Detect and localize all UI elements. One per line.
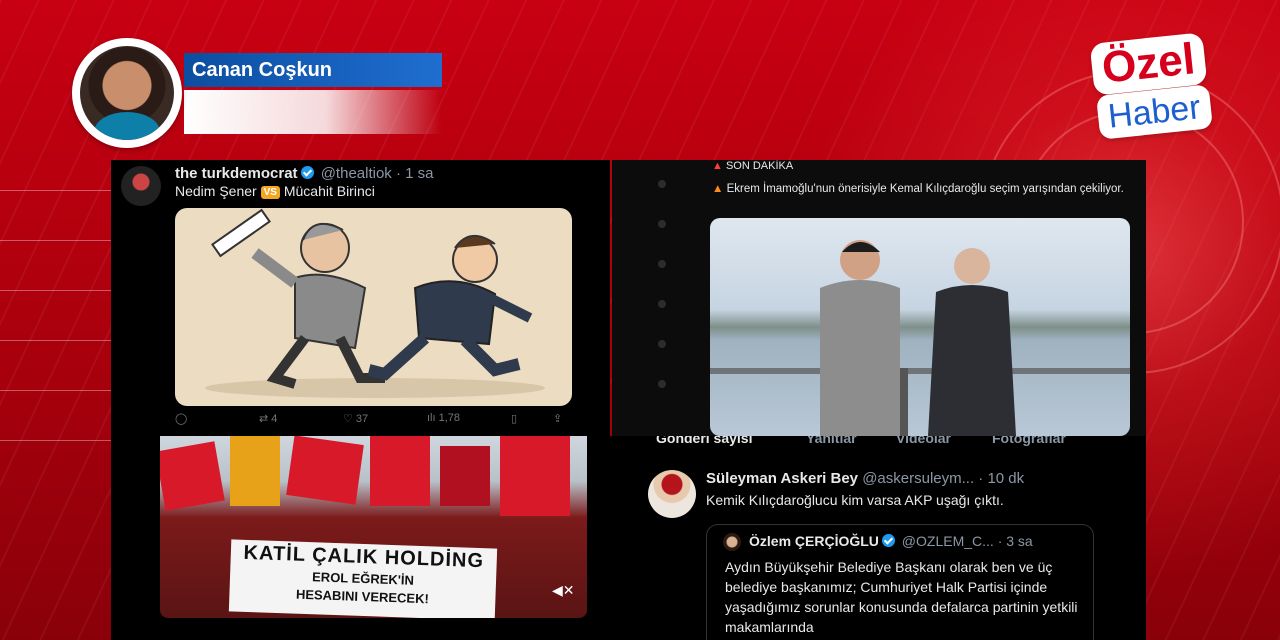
like-count: 37 <box>355 413 369 425</box>
protest-video[interactable]: KATİL ÇALIK HOLDİNG EROL EĞREK'İN HESABI… <box>111 436 606 640</box>
tweet-avatar[interactable] <box>648 470 696 518</box>
author-avatar <box>72 38 182 148</box>
fire-icon: ▲ <box>712 183 724 195</box>
protest-banner: KATİL ÇALIK HOLDİNG EROL EĞREK'İN HESABI… <box>228 539 498 618</box>
flag <box>160 441 225 511</box>
background-line <box>0 290 112 291</box>
quoted-tweet[interactable]: Özlem ÇERÇİOĞLU @OZLEM_C... · 3 sa Aydın… <box>706 524 1094 640</box>
flag <box>500 436 570 516</box>
photo-drawing <box>710 240 1130 436</box>
tweet-text: ▲ Ekrem İmamoğlu'nun önerisiyle Kemal Kı… <box>712 182 1132 197</box>
mute-icon[interactable]: ◀✕ <box>552 582 575 602</box>
sidebar-dot <box>658 180 666 188</box>
tweet-text: Kemik Kılıçdaroğlucu kim varsa AKP uşağı… <box>706 492 1004 508</box>
siren-icon: ▲ <box>712 160 723 172</box>
tweet-author-name[interactable]: the turkdemocrat <box>175 165 298 182</box>
profile-tabs: Gönderi sayısı Yanıtlar Videolar Fotoğra… <box>606 436 1146 448</box>
views-icon[interactable]: ılı 1,78 <box>427 412 460 424</box>
flag <box>440 446 490 506</box>
quote-handle: @OZLEM_C... <box>901 533 994 549</box>
verified-icon <box>881 534 895 547</box>
tweet-handle[interactable]: @thealtiok <box>321 165 392 182</box>
background-line <box>0 390 112 391</box>
cartoon-drawing <box>205 208 545 398</box>
background-line <box>0 190 112 191</box>
retweet-count: 4 <box>271 413 278 425</box>
flag <box>370 436 430 506</box>
breaking-text: SON DAKİKA <box>725 160 794 172</box>
tweet-text-b: Mücahit Birinci <box>283 183 375 199</box>
quote-author-name: Özlem ÇERÇİOĞLU <box>749 533 879 549</box>
author-photo <box>80 46 174 140</box>
tweet-time: · 1 sa <box>395 165 434 182</box>
tweet-text: Nedim Şener VS Mücahit Birinci <box>175 183 375 199</box>
sidebar-dot <box>658 300 666 308</box>
tweet-text-a: Nedim Şener <box>175 183 257 199</box>
name-tag-underlay <box>184 90 442 134</box>
tweet-author-name[interactable]: Süleyman Askeri Bey <box>706 470 858 487</box>
verified-icon <box>300 166 314 179</box>
sidebar-dot <box>658 380 666 388</box>
tweet-photo[interactable] <box>710 218 1130 436</box>
quote-avatar <box>723 533 741 551</box>
tab-photos[interactable]: Fotoğraflar <box>992 436 1066 446</box>
background-line <box>0 340 112 341</box>
share-icon[interactable]: ⇪ <box>553 412 562 425</box>
view-count: 1,78 <box>438 412 461 424</box>
tweet-handle[interactable]: @askersuleym... <box>862 470 974 487</box>
bookmark-icon[interactable]: ▯ <box>511 412 517 425</box>
vs-badge: VS <box>260 186 280 199</box>
tweet-suleyman: Gönderi sayısı Yanıtlar Videolar Fotoğra… <box>606 436 1146 640</box>
quote-time: · 3 sa <box>997 533 1033 549</box>
tweet-header: Süleyman Askeri Bey @askersuleym... · 10… <box>706 470 1024 487</box>
flag <box>286 436 364 505</box>
tweet-header: the turkdemocrat @thealtiok · 1 sa <box>175 165 434 182</box>
tweet-turkdemocrat: the turkdemocrat @thealtiok · 1 sa Nedim… <box>111 160 610 436</box>
author-name: Canan Coşkun <box>184 53 442 87</box>
tab-videos[interactable]: Videolar <box>896 436 951 446</box>
background-line <box>0 440 112 441</box>
protest-photo: KATİL ÇALIK HOLDİNG EROL EĞREK'İN HESABI… <box>160 436 587 618</box>
breaking-label: ▲ SON DAKİKA <box>712 160 793 172</box>
reply-icon[interactable]: ◯ <box>175 412 187 425</box>
tweet-time: · 10 dk <box>978 470 1025 487</box>
tweet-breaking-news: ▲ SON DAKİKA ▲ Ekrem İmamoğlu'nun öneris… <box>612 160 1146 436</box>
quote-header: Özlem ÇERÇİOĞLU @OZLEM_C... · 3 sa <box>749 533 1033 549</box>
sidebar-dot <box>658 260 666 268</box>
like-icon[interactable]: ♡ 37 <box>343 412 368 425</box>
tab-replies[interactable]: Yanıtlar <box>806 436 857 446</box>
tab-posts[interactable]: Gönderi sayısı <box>656 436 752 446</box>
sidebar-dot <box>658 340 666 348</box>
sidebar-dot <box>658 220 666 228</box>
ozel-haber-logo: Özel Haber <box>1089 32 1232 140</box>
quote-text: Aydın Büyükşehir Belediye Başkanı olarak… <box>725 559 1078 635</box>
retweet-icon[interactable]: ⇄ 4 <box>259 412 277 425</box>
breaking-body: Ekrem İmamoğlu'nun önerisiyle Kemal Kılı… <box>726 183 1124 195</box>
tweet-cartoon-image[interactable] <box>175 208 572 406</box>
flag <box>230 436 280 506</box>
background-line <box>0 240 112 241</box>
tweet-actions: ◯ ⇄ 4 ♡ 37 ılı 1,78 ▯ ⇪ <box>175 412 575 430</box>
tweet-avatar[interactable] <box>121 166 161 206</box>
